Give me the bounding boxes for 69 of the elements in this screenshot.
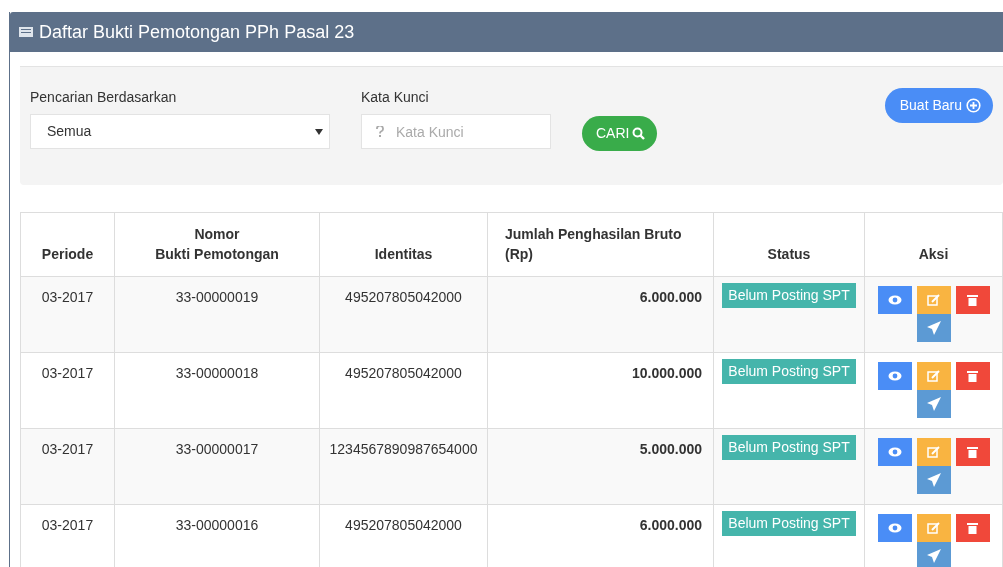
column-header: Jumlah Penghasilan Bruto (Rp) (505, 226, 682, 262)
paper-plane-icon (926, 473, 941, 487)
field-label: Pencarian Berdasarkan (30, 88, 178, 107)
column-header: Periode (41, 246, 94, 262)
table-cell: 03-2017 (41, 289, 94, 305)
table-cell: 495207805042000 (345, 289, 462, 305)
delete-button[interactable] (955, 514, 990, 542)
edit-icon (927, 446, 940, 458)
eye-icon (887, 371, 902, 381)
table-cell: 03-2017 (41, 365, 94, 381)
amount-cell: 10.000.000 (631, 365, 702, 381)
status-badge: Belum Posting SPT (722, 359, 856, 384)
column-header: Identitas (374, 246, 433, 262)
eye-icon (887, 447, 902, 457)
send-button[interactable] (916, 390, 951, 418)
edit-icon (927, 294, 940, 306)
amount-cell: 6.000.000 (639, 289, 702, 305)
paper-plane-icon (926, 549, 941, 563)
delete-button[interactable] (955, 438, 990, 466)
status-badge: Belum Posting SPT (722, 283, 856, 308)
view-button[interactable] (877, 438, 912, 466)
table-cell: 03-2017 (41, 441, 94, 457)
table-cell: 1234567890987654000 (329, 441, 478, 457)
table-cell: 33-00000017 (175, 441, 259, 457)
amount-cell: 5.000.000 (639, 441, 702, 457)
trash-icon (967, 446, 978, 458)
amount-cell: 6.000.000 (639, 517, 702, 533)
field-label: Kata Kunci (361, 88, 430, 107)
status-badge: Belum Posting SPT (722, 435, 856, 460)
send-button[interactable] (916, 314, 951, 342)
trash-icon (967, 294, 978, 306)
eye-icon (887, 523, 902, 533)
panel-title: Daftar Bukti Pemotongan PPh Pasal 23 (39, 20, 355, 44)
trash-icon (967, 522, 978, 534)
paper-plane-icon (926, 397, 941, 411)
edit-icon (927, 370, 940, 382)
view-button[interactable] (877, 286, 912, 314)
new-button[interactable]: Buat Baru (884, 88, 993, 123)
column-header: Status (767, 246, 811, 262)
delete-button[interactable] (955, 286, 990, 314)
search-button[interactable]: CARI (582, 116, 658, 151)
table-cell: 495207805042000 (345, 365, 462, 381)
edit-button[interactable] (916, 514, 951, 542)
plus-circle-icon (966, 98, 981, 113)
column-header: Nomor Bukti Pemotongan (155, 226, 279, 262)
edit-button[interactable] (916, 438, 951, 466)
paper-plane-icon (926, 321, 941, 335)
trash-icon (967, 370, 978, 382)
table-cell: 33-00000016 (175, 517, 259, 533)
send-button[interactable] (916, 466, 951, 494)
view-button[interactable] (877, 362, 912, 390)
eye-icon (887, 295, 902, 305)
column-header: Aksi (918, 246, 949, 262)
table-cell: 33-00000019 (175, 289, 259, 305)
edit-button[interactable] (916, 362, 951, 390)
send-button[interactable] (916, 542, 951, 567)
caret-icon (315, 128, 323, 135)
edit-icon (927, 522, 940, 534)
keyword-field[interactable]: Kata Kunci (361, 114, 551, 149)
list-icon (19, 27, 33, 37)
table-cell: 495207805042000 (345, 517, 462, 533)
search-icon (632, 127, 646, 140)
edit-button[interactable] (916, 286, 951, 314)
delete-button[interactable] (955, 362, 990, 390)
view-button[interactable] (877, 514, 912, 542)
table-cell: 33-00000018 (175, 365, 259, 381)
table-cell: 03-2017 (41, 517, 94, 533)
status-badge: Belum Posting SPT (722, 511, 856, 536)
select-field[interactable]: Semua (30, 114, 330, 149)
